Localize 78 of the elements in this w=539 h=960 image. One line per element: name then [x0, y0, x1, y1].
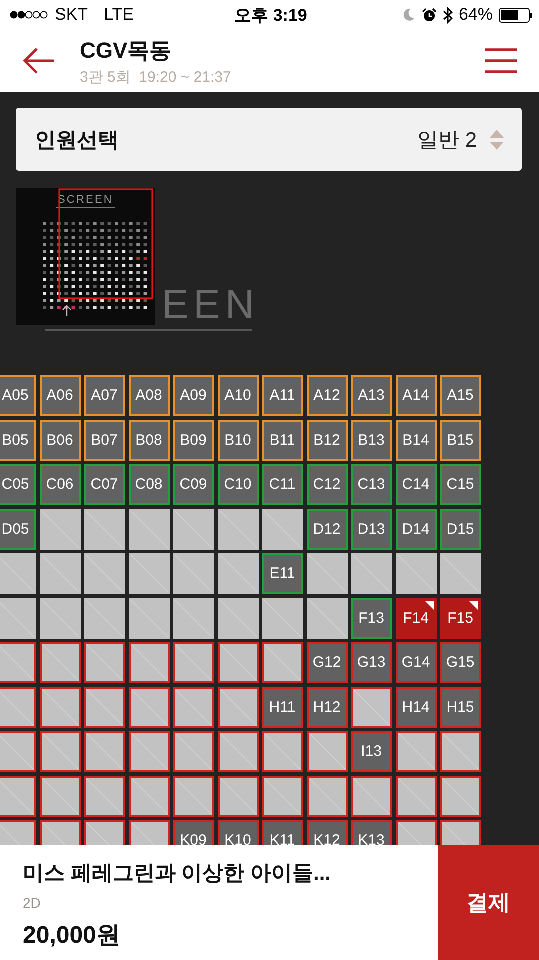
total-price: 20,000원	[23, 921, 122, 951]
seat[interactable]: K09	[173, 820, 214, 845]
seat[interactable]: G15	[440, 642, 481, 683]
seat[interactable]: C05	[0, 464, 36, 505]
seat[interactable]: B06	[40, 420, 80, 460]
seat[interactable]: B13	[351, 420, 392, 460]
seat[interactable]: A05	[0, 375, 36, 416]
pay-button[interactable]: 결제	[438, 845, 539, 960]
seat[interactable]: B12	[306, 420, 348, 460]
signal-icon	[9, 10, 49, 20]
seat[interactable]: B07	[84, 420, 125, 460]
seat[interactable]: A08	[128, 375, 170, 416]
seat[interactable]: K13	[351, 820, 392, 845]
seat[interactable]: C10	[218, 464, 258, 505]
network-type: LTE	[104, 5, 134, 25]
menu-icon	[485, 48, 517, 74]
seat[interactable]: C12	[306, 464, 348, 505]
seat[interactable]: C09	[173, 464, 214, 505]
seat[interactable]: B08	[128, 420, 170, 460]
seat[interactable]: C07	[84, 464, 125, 505]
seat[interactable]: C15	[440, 464, 481, 505]
seat[interactable]: D05	[0, 508, 36, 550]
seat[interactable]: A07	[84, 375, 125, 416]
seat[interactable]: C13	[351, 464, 392, 505]
seat[interactable]: K11	[262, 820, 303, 845]
battery-percent: 64%	[458, 5, 493, 25]
seat[interactable]: D13	[351, 508, 392, 550]
seat[interactable]: B11	[262, 420, 303, 460]
back-button[interactable]	[22, 47, 56, 75]
seat[interactable]: A13	[351, 375, 392, 416]
seat[interactable]: F14	[396, 598, 436, 638]
bluetooth-icon	[442, 6, 453, 24]
seat[interactable]: A11	[262, 375, 303, 416]
seat[interactable]: I13	[351, 731, 392, 772]
theater-title: CGV목동	[80, 36, 173, 64]
seat[interactable]: G13	[351, 642, 392, 683]
alarm-clock-icon	[422, 8, 437, 22]
menu-button[interactable]	[485, 48, 517, 74]
carrier: SKT	[55, 5, 88, 25]
seat[interactable]: D15	[440, 508, 481, 550]
seat[interactable]: A12	[306, 375, 348, 416]
screen-label: EEN	[162, 283, 260, 327]
seat[interactable]: G14	[396, 642, 436, 683]
seat[interactable]: C11	[262, 464, 303, 505]
seat[interactable]: B09	[173, 420, 214, 460]
seat[interactable]: A09	[173, 375, 214, 416]
seat[interactable]: D12	[306, 508, 348, 550]
battery-icon	[499, 8, 533, 22]
seat[interactable]: B15	[440, 420, 481, 460]
up-down-icon	[489, 128, 505, 150]
seat[interactable]: B10	[218, 420, 258, 460]
seat[interactable]: H15	[440, 686, 481, 728]
seat[interactable]: H14	[396, 686, 436, 728]
seat[interactable]: C06	[40, 464, 80, 505]
seat[interactable]: K10	[218, 820, 258, 845]
seat[interactable]: F13	[351, 598, 392, 638]
showtime-info: 3관 5회 19:20 ~ 21:37	[80, 68, 232, 86]
seat[interactable]: B14	[396, 420, 436, 460]
seat[interactable]: D14	[396, 508, 436, 550]
movie-title: 미스 페레그린과 이상한 아이들...	[23, 861, 332, 887]
seat[interactable]: H11	[262, 686, 303, 728]
seat[interactable]: A10	[218, 375, 258, 416]
seat[interactable]: C14	[396, 464, 436, 505]
seat[interactable]: A15	[440, 375, 481, 416]
seat[interactable]: C08	[128, 464, 170, 505]
seat[interactable]: B05	[0, 420, 36, 460]
seat[interactable]: A14	[396, 375, 436, 416]
seat[interactable]: E11	[262, 553, 303, 594]
people-selector[interactable]: 인원선택 일반 2	[16, 108, 522, 171]
back-arrow-icon	[22, 47, 56, 75]
seat[interactable]: F15	[440, 598, 481, 638]
seat[interactable]: K12	[306, 820, 348, 845]
moon-icon	[402, 8, 416, 22]
clock: 오후 3:19	[234, 4, 308, 26]
seat[interactable]: G12	[306, 642, 348, 683]
seat[interactable]: A06	[40, 375, 80, 416]
seat[interactable]: H12	[306, 686, 348, 728]
movie-format: 2D	[23, 895, 42, 911]
